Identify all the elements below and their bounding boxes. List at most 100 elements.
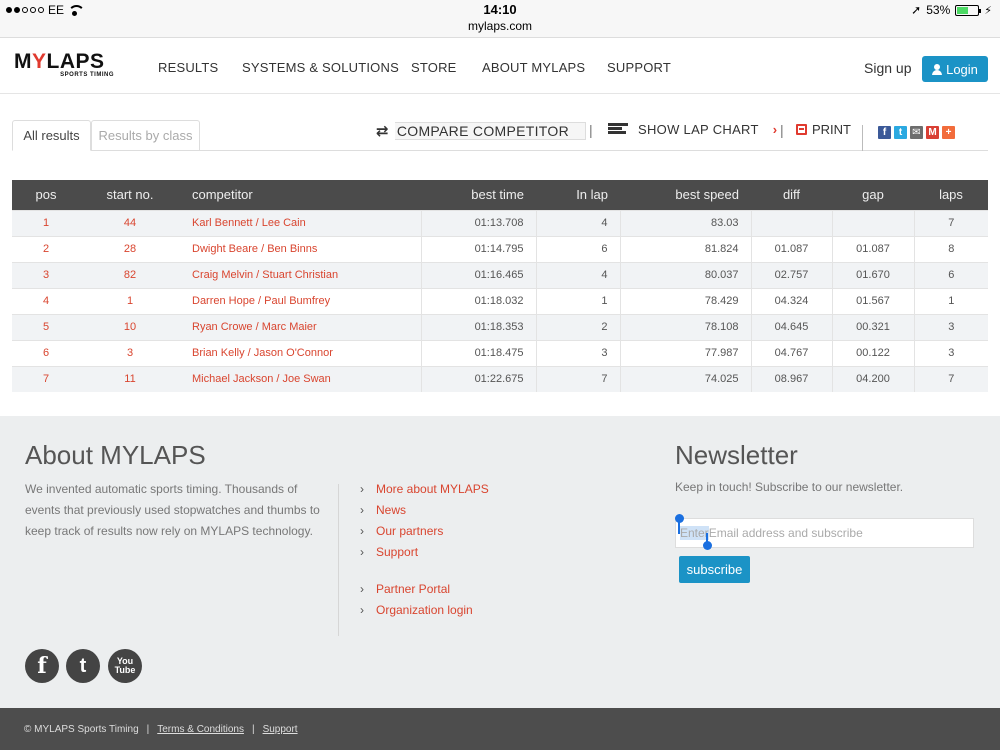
location-arrow-icon: ➚ (911, 3, 922, 17)
charging-icon: ⚡ (984, 4, 992, 17)
cell-diff: 01.087 (750, 235, 832, 262)
cell-competitor[interactable]: Craig Melvin / Stuart Christian (180, 261, 421, 288)
cell-competitor[interactable]: Darren Hope / Paul Bumfrey (180, 287, 421, 314)
cell-in-lap: 4 (535, 209, 620, 236)
footer-link[interactable]: › News (360, 499, 489, 520)
cell-diff: 04.767 (750, 339, 832, 366)
cell-diff (750, 209, 832, 236)
footer-link-label: More about MYLAPS (376, 481, 489, 496)
cell-best-time: 01:18.353 (420, 313, 536, 340)
table-row[interactable]: 5 10 Ryan Crowe / Marc Maier 01:18.353 2 78.1… (12, 313, 988, 340)
cell-laps: 7 (913, 209, 988, 236)
column-header-gap[interactable]: gap (832, 180, 914, 210)
more-share-icon[interactable]: + (942, 126, 955, 139)
column-header-pos[interactable]: pos (12, 180, 80, 210)
column-header-in-lap[interactable]: In lap (536, 180, 620, 210)
cell-pos: 3 (12, 261, 80, 288)
chevron-right-icon: › (360, 581, 364, 596)
printer-icon (796, 124, 807, 135)
cell-gap: 01.567 (831, 287, 914, 314)
footer-link-label: Support (376, 544, 419, 559)
twitter-icon[interactable]: t (66, 649, 100, 683)
cell-best-time: 01:18.032 (420, 287, 536, 314)
column-header-start-no[interactable]: start no. (80, 180, 180, 210)
cell-diff: 04.324 (750, 287, 832, 314)
toolbar-separator: | (589, 122, 593, 138)
cell-competitor[interactable]: Ryan Crowe / Marc Maier (180, 313, 421, 340)
cell-gap: 01.670 (831, 261, 914, 288)
clock: 14:10 (483, 2, 517, 17)
battery-percent: 53% (926, 3, 951, 17)
cell-gap (831, 209, 914, 236)
cell-competitor[interactable]: Karl Bennett / Lee Cain (180, 209, 421, 236)
support-link[interactable]: Support (263, 724, 298, 735)
chevron-right-icon: › (360, 523, 364, 538)
cell-best-speed: 78.108 (619, 313, 751, 340)
column-header-competitor[interactable]: competitor (180, 180, 421, 210)
cell-diff: 02.757 (750, 261, 832, 288)
tab-results-by-class[interactable]: Results by class (91, 120, 200, 151)
column-header-best-speed[interactable]: best speed (620, 180, 751, 210)
cell-laps: 8 (913, 235, 988, 262)
toolbar-divider (862, 125, 863, 151)
footer-link-label: Organization login (376, 602, 473, 617)
cell-competitor[interactable]: Dwight Beare / Ben Binns (180, 235, 421, 262)
cell-gap: 04.200 (831, 365, 914, 392)
selection-end-handle[interactable] (703, 541, 712, 550)
cell-best-speed: 78.429 (619, 287, 751, 314)
selected-text: Enter (680, 526, 709, 540)
footer-link[interactable]: › Organization login (360, 599, 489, 620)
compare-competitor-button[interactable]: ⇄ COMPARE COMPETITOR (376, 122, 586, 140)
facebook-share-icon[interactable]: f (878, 126, 891, 139)
ios-status-bar: EE 14:10 mylaps.com ➚ 53% ⚡ (0, 0, 1000, 38)
footer-link[interactable]: › Partner Portal (360, 578, 489, 599)
show-lap-chart-button[interactable]: SHOW LAP CHART › (608, 122, 777, 137)
terms-link[interactable]: Terms & Conditions (157, 724, 244, 735)
cell-diff: 04.645 (750, 313, 832, 340)
nav-support[interactable]: SUPPORT (607, 60, 671, 75)
cell-competitor[interactable]: Brian Kelly / Jason O'Connor (180, 339, 421, 366)
cell-gap: 00.321 (831, 313, 914, 340)
column-header-diff[interactable]: diff (751, 180, 832, 210)
footer-link[interactable]: › Our partners (360, 520, 489, 541)
site-footer: About MYLAPS We invented automatic sport… (0, 416, 1000, 708)
mylaps-logo[interactable]: MYLAPS SPORTS TIMING (14, 51, 114, 78)
table-row[interactable]: 7 11 Michael Jackson / Joe Swan 01:22.675 7 7… (12, 365, 988, 392)
tab-all-results[interactable]: All results (12, 120, 91, 151)
address-bar-url[interactable]: mylaps.com (0, 19, 1000, 33)
table-row[interactable]: 4 1 Darren Hope / Paul Bumfrey 01:18.032 1 78… (12, 287, 988, 314)
table-row[interactable]: 3 82 Craig Melvin / Stuart Christian 01:16.… (12, 261, 988, 288)
chevron-right-icon: › (772, 122, 778, 137)
column-header-best-time[interactable]: best time (421, 180, 536, 210)
email-share-icon[interactable]: ✉ (910, 126, 923, 139)
cell-start-no: 3 (80, 339, 180, 366)
footer-link[interactable]: › Support (360, 541, 489, 562)
newsletter-title: Newsletter (675, 440, 798, 470)
login-button[interactable]: Login (922, 56, 988, 82)
youtube-icon[interactable]: You Tube (108, 649, 142, 683)
nav-store[interactable]: STORE (411, 60, 457, 75)
user-icon (932, 63, 943, 75)
cell-laps: 6 (913, 261, 988, 288)
nav-results[interactable]: RESULTS (158, 60, 218, 75)
table-row[interactable]: 1 44 Karl Bennett / Lee Cain 01:13.708 4 83.0… (12, 209, 988, 236)
column-header-laps[interactable]: laps (914, 180, 988, 210)
nav-about-mylaps[interactable]: ABOUT MYLAPS (482, 60, 585, 75)
chevron-right-icon: › (360, 544, 364, 559)
sign-up-link[interactable]: Sign up (864, 60, 911, 76)
cell-best-time: 01:18.475 (420, 339, 536, 366)
cell-best-speed: 74.025 (619, 365, 751, 392)
nav-systems-solutions[interactable]: SYSTEMS & SOLUTIONS (242, 60, 399, 75)
cell-competitor[interactable]: Michael Jackson / Joe Swan (180, 365, 421, 392)
table-row[interactable]: 2 28 Dwight Beare / Ben Binns 01:14.795 6 81.… (12, 235, 988, 262)
footer-link-label: Our partners (376, 523, 444, 538)
cell-best-speed: 83.03 (619, 209, 751, 236)
subscribe-button[interactable]: subscribe (679, 556, 750, 583)
footer-link[interactable]: › More about MYLAPS (360, 478, 489, 499)
print-button[interactable]: PRINT (796, 122, 851, 137)
twitter-share-icon[interactable]: t (894, 126, 907, 139)
newsletter-email-input[interactable]: Enter Email address and subscribe (675, 518, 974, 548)
gmail-share-icon[interactable]: M (926, 126, 939, 139)
facebook-icon[interactable]: f (25, 649, 59, 683)
table-row[interactable]: 6 3 Brian Kelly / Jason O'Connor 01:18.475 3… (12, 339, 988, 366)
